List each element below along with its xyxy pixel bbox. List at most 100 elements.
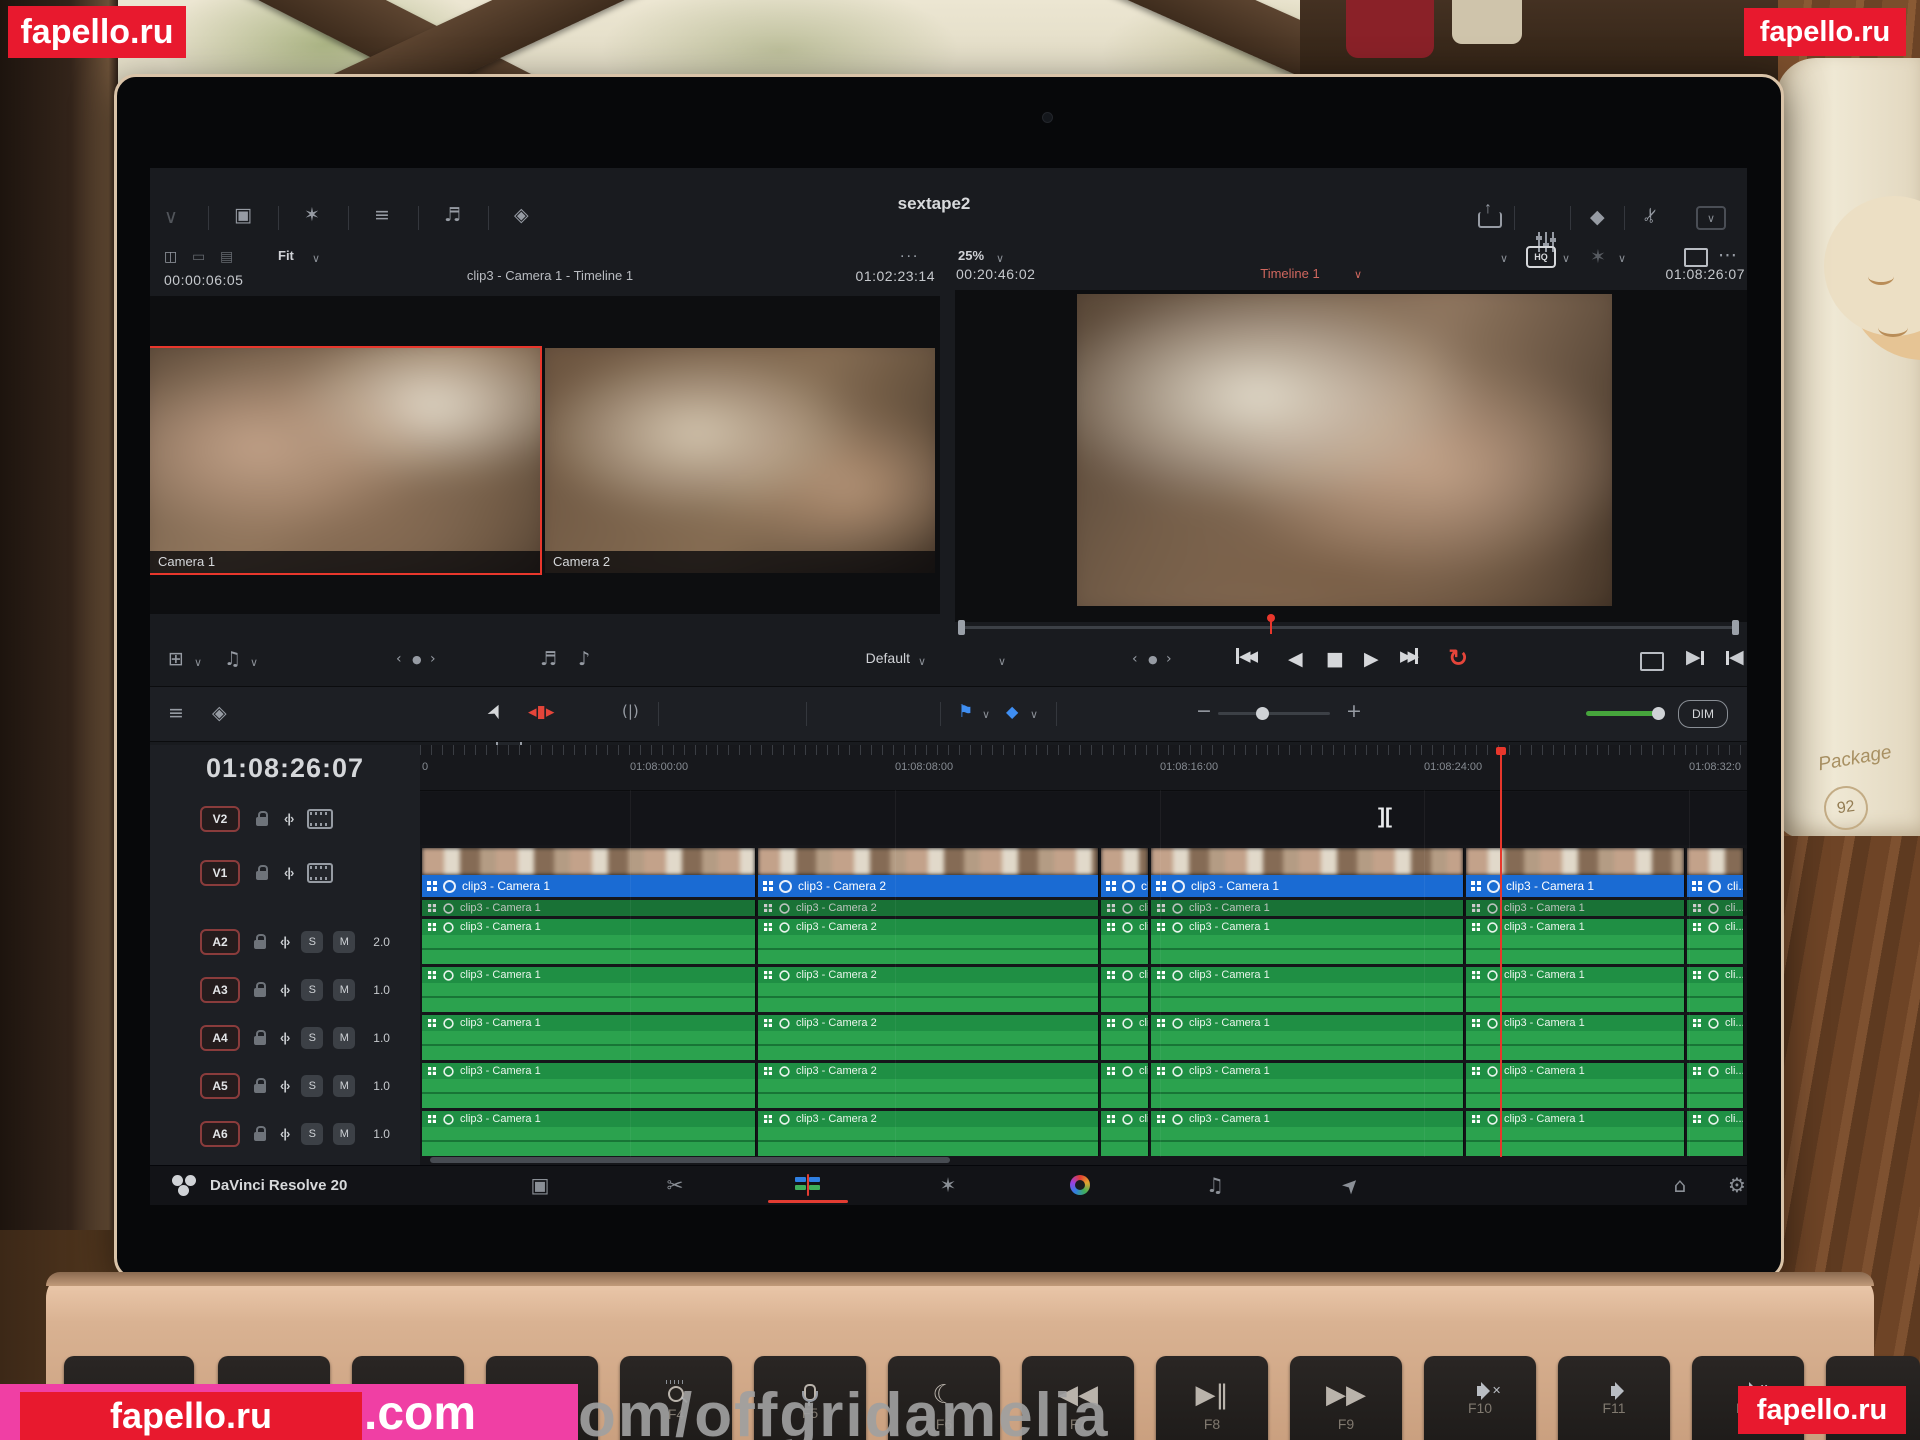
audio-clip[interactable]: cli...a 1 (1687, 1063, 1744, 1108)
audio-clip[interactable]: cli...a 1 (1101, 900, 1149, 916)
timeline-scrollbar[interactable] (430, 1157, 950, 1163)
audio-clip[interactable]: clip3 - Camera 1 (1466, 967, 1685, 1012)
audio-clip[interactable]: clip3 - Camera 1 (1466, 1015, 1685, 1060)
transitions-tool-icon[interactable]: ◈ (212, 704, 227, 723)
audio-clip[interactable]: clip3 - Camera 2 (758, 1015, 1099, 1060)
volume-slider[interactable] (1586, 711, 1662, 716)
audio-clip[interactable]: clip3 - Camera 2 (758, 1063, 1099, 1108)
audio-clip[interactable]: clip3 - Camera 2 (758, 900, 1099, 916)
viewer-overflow-icon[interactable]: ⋯ (1718, 246, 1737, 265)
lock-icon[interactable] (254, 988, 266, 997)
audio-clip[interactable]: cli...a 1 (1687, 1015, 1744, 1060)
audio-clip[interactable]: cli...a 1 (1101, 1063, 1149, 1108)
fullscreen-icon[interactable] (1684, 248, 1708, 267)
auto-select-icon[interactable]: ‹|› (280, 934, 289, 949)
viewer-mode-b-icon[interactable]: ▭ (192, 250, 205, 264)
jog-left-icon[interactable]: ‹ (1132, 652, 1138, 666)
viewer-mode-a-icon[interactable]: ◫ (164, 250, 177, 264)
source-options-dots[interactable]: ... (900, 244, 919, 262)
preset-select[interactable]: Default (830, 650, 910, 666)
audio-clip[interactable]: clip3 - Camera 1 (422, 1015, 756, 1060)
trim-edit-mode-icon[interactable]: ◂▮▸ (528, 702, 554, 722)
lock-icon[interactable] (254, 1132, 266, 1141)
timeline-view-icon[interactable]: ⊞ (168, 650, 184, 669)
metadata-icon[interactable]: ◆ (1590, 208, 1605, 227)
track-lane-v1[interactable]: clip3 - Camera 1clip3 - Camera 2cli...a … (420, 848, 1747, 897)
track-lane-a4[interactable]: clip3 - Camera 1clip3 - Camera 2cli...a … (420, 1015, 1747, 1060)
audio-clip[interactable]: clip3 - Camera 2 (758, 1111, 1099, 1156)
multicam-angle[interactable]: Camera 1 (150, 346, 542, 575)
audio-clip[interactable]: clip3 - Camera 1 (422, 1111, 756, 1156)
video-audio-icon[interactable]: ♬ (540, 650, 557, 669)
video-clip[interactable]: clip3 - Camera 1 (1466, 848, 1685, 897)
audio-clip[interactable]: cli...a 1 (1101, 1111, 1149, 1156)
scrubber-end-handle[interactable] (1732, 620, 1739, 635)
timeline-playhead-head[interactable] (1496, 747, 1506, 755)
source-zoom-select[interactable]: Fit (278, 248, 294, 263)
track-badge[interactable]: A5 (200, 1073, 240, 1099)
track-lane-a2[interactable]: clip3 - Camera 1clip3 - Camera 2cli...a … (420, 919, 1747, 964)
play-reverse-button[interactable]: ◀ (1288, 650, 1303, 669)
auto-select-icon[interactable]: ‹|› (284, 811, 293, 826)
collapse-icon[interactable]: ∨ (164, 208, 178, 227)
audio-clip[interactable]: clip3 - Camera 1 (1466, 1111, 1685, 1156)
audio-clip[interactable]: clip3 - Camera 1 (1151, 1111, 1464, 1156)
solo-button[interactable]: S (301, 1075, 323, 1097)
audio-clip[interactable]: clip3 - Camera 1 (1151, 900, 1464, 916)
audio-clip[interactable]: cli...a 1 (1687, 1111, 1744, 1156)
page-edit[interactable] (778, 1170, 838, 1200)
audio-clip[interactable]: clip3 - Camera 1 (1151, 919, 1464, 964)
track-lane-a5[interactable]: clip3 - Camera 1clip3 - Camera 2cli...a … (420, 1063, 1747, 1108)
transitions-icon[interactable]: ◈ (514, 206, 529, 225)
page-media[interactable]: ▣ (510, 1170, 570, 1200)
auto-select-icon[interactable]: ‹|› (280, 1078, 289, 1093)
track-header-a4[interactable]: A4‹|›SM1.0 (150, 1015, 420, 1060)
track-header-a5[interactable]: A5‹|›SM1.0 (150, 1063, 420, 1108)
page-color[interactable] (1050, 1170, 1110, 1200)
solo-button[interactable]: S (301, 931, 323, 953)
track-header-a3[interactable]: A3‹|›SM1.0 (150, 967, 420, 1012)
track-lane-a6[interactable]: clip3 - Camera 1clip3 - Camera 2cli...a … (420, 1111, 1747, 1156)
filmstrip-icon[interactable] (307, 863, 333, 883)
track-header-a6[interactable]: A6‹|›SM1.0 (150, 1111, 420, 1156)
audio-trim-view-icon[interactable]: ♫ (224, 650, 241, 669)
lock-icon[interactable] (256, 871, 268, 880)
audio-clip[interactable]: clip3 - Camera 1 (1151, 1063, 1464, 1108)
jog-right-icon[interactable]: › (430, 652, 436, 666)
audio-clip[interactable]: cli...a 1 (1101, 1015, 1149, 1060)
page-home[interactable]: ⌂ (1650, 1170, 1710, 1200)
solo-button[interactable]: S (301, 1123, 323, 1145)
dim-button[interactable]: DIM (1678, 700, 1728, 728)
track-lane-a1-partial[interactable]: clip3 - Camera 1clip3 - Camera 2cli...a … (420, 900, 1747, 916)
page-fusion[interactable]: ✶ (918, 1170, 978, 1200)
timeline-name-select[interactable]: Timeline 1 (1230, 266, 1350, 281)
video-clip[interactable]: cli...a 1 (1101, 848, 1149, 897)
track-header-v2[interactable]: V2 ‹|› (150, 792, 420, 845)
audio-clip[interactable]: clip3 - Camera 2 (758, 967, 1099, 1012)
audio-only-icon[interactable]: ♪ (578, 650, 590, 669)
volume-slider-knob[interactable] (1652, 707, 1665, 720)
audio-clip[interactable]: clip3 - Camera 1 (422, 900, 756, 916)
lock-icon[interactable] (254, 1084, 266, 1093)
go-to-end-button[interactable]: ▶▶ (1400, 648, 1418, 664)
audio-clip[interactable]: cli...a 1 (1101, 967, 1149, 1012)
jog-wheel-icon[interactable]: ● (412, 654, 422, 665)
multicam-angle[interactable]: Camera 2 (545, 348, 935, 573)
solo-button[interactable]: S (301, 1027, 323, 1049)
go-to-start-button[interactable]: ◀◀ (1236, 648, 1254, 664)
track-lane-a3[interactable]: clip3 - Camera 1 clip3 - Camera 2cli...a … (420, 967, 1747, 1012)
audio-clip[interactable]: cli...a 1 (1687, 900, 1744, 916)
audio-clip[interactable]: clip3 - Camera 1 (1151, 1015, 1464, 1060)
track-lane-v2[interactable]: ][ (420, 792, 1747, 845)
inspector-toggle-icon[interactable]: ∨ (1696, 206, 1726, 230)
marker-icon[interactable]: ◆ (1006, 702, 1018, 721)
track-badge[interactable]: V2 (200, 806, 240, 832)
timeline-options-icon[interactable]: ≡ (168, 704, 184, 723)
viewer-scrubber[interactable] (962, 626, 1738, 629)
track-badge[interactable]: A2 (200, 929, 240, 955)
mute-button[interactable]: M (333, 1123, 355, 1145)
program-zoom-select[interactable]: 25% (958, 248, 984, 263)
lock-icon[interactable] (254, 940, 266, 949)
audio-clip[interactable]: clip3 - Camera 1 (1466, 919, 1685, 964)
mute-button[interactable]: M (333, 931, 355, 953)
